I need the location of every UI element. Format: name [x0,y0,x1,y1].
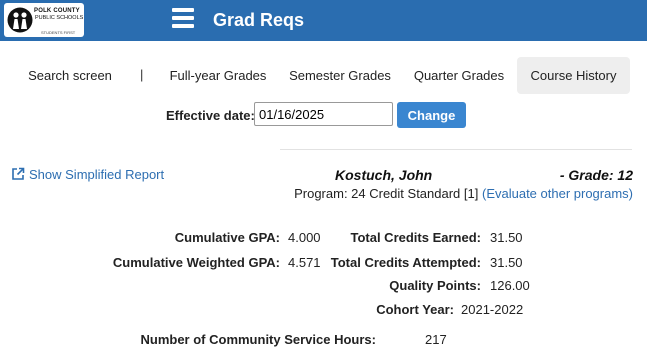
weighted-gpa-value: 4.571 [288,255,321,270]
community-service-hours-value: 217 [425,332,447,347]
program-text: Program: 24 Credit Standard [1] [294,186,479,201]
external-link-icon [12,167,25,180]
hamburger-menu-icon[interactable] [172,8,194,28]
top-bar: POLK COUNTY PUBLIC SCHOOLS STUDENTS FIRS… [0,0,647,41]
student-grade: - Grade: 12 [559,167,633,183]
effective-date-input[interactable] [254,102,393,126]
logo-figures-icon [7,7,33,33]
cohort-year-value: 2021-2022 [461,302,524,317]
student-name: Kostuch, John [335,167,433,183]
total-credits-earned-value: 31.50 [490,230,523,245]
cumulative-gpa-value: 4.000 [288,230,321,245]
show-simplified-report-link[interactable]: Show Simplified Report [11,167,164,182]
total-credits-attempted-label: Total Credits Attempted: [330,255,481,270]
logo-tagline: STUDENTS FIRST [41,30,76,35]
cumulative-gpa-label: Cumulative GPA: [174,230,280,245]
page-title: Grad Reqs [213,10,305,30]
divider [280,149,632,150]
weighted-gpa-label: Cumulative Weighted GPA: [112,255,280,270]
tab-full-year-grades[interactable]: Full-year Grades [163,57,273,94]
tab-course-history[interactable]: Course History [517,57,630,94]
cohort-year-label: Cohort Year: [376,302,454,317]
quality-points-label: Quality Points: [389,278,481,293]
tab-quarter-grades[interactable]: Quarter Grades [407,57,511,94]
logo-text-county: POLK COUNTY [34,8,80,14]
total-credits-attempted-value: 31.50 [490,255,523,270]
show-simplified-report-label: Show Simplified Report [29,167,165,182]
logo-text-schools: PUBLIC SCHOOLS [35,15,84,21]
total-credits-earned-label: Total Credits Earned: [350,230,481,245]
tab-separator: | [140,67,144,82]
evaluate-other-programs-link[interactable]: (Evaluate other programs) [482,186,633,201]
tab-search-screen[interactable]: Search screen [20,57,120,94]
tab-semester-grades[interactable]: Semester Grades [284,57,396,94]
program-line: Program: 24 Credit Standard [1] (Evaluat… [294,186,633,201]
report-tabs: Search screen | Full-year Grades Semeste… [0,57,647,95]
change-button[interactable]: Change [397,102,466,128]
district-logo[interactable]: POLK COUNTY PUBLIC SCHOOLS STUDENTS FIRS… [4,3,84,37]
community-service-hours-label: Number of Community Service Hours: [140,332,377,347]
quality-points-value: 126.00 [490,278,530,293]
effective-date-label: Effective date: [166,108,255,123]
